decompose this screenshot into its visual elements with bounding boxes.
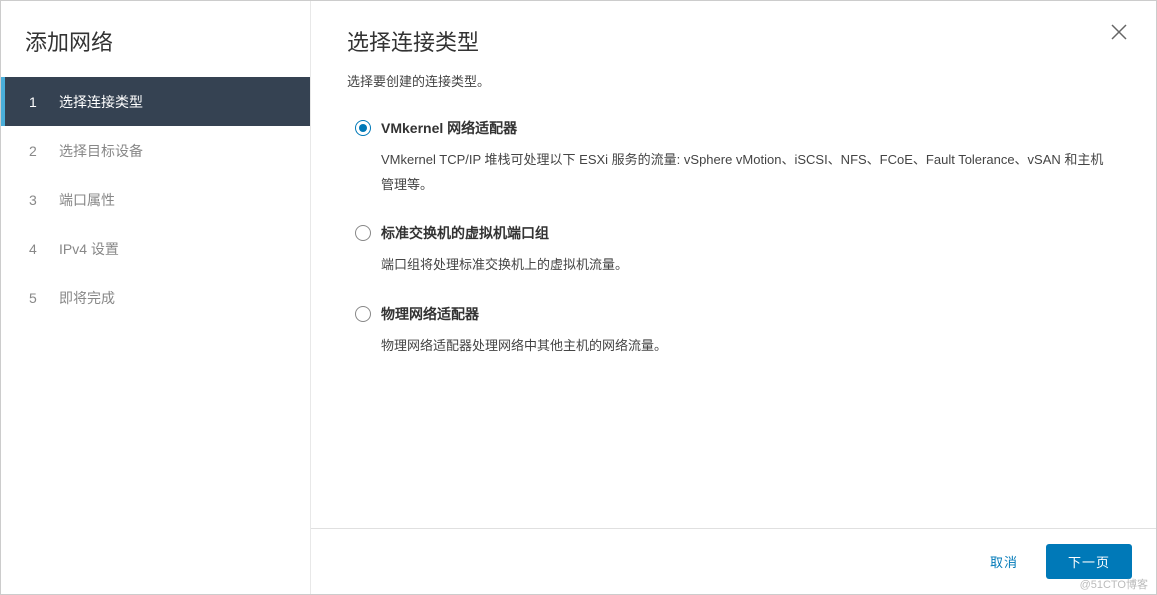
wizard-footer: 取消 下一页 bbox=[311, 528, 1156, 594]
step-label: 选择连接类型 bbox=[59, 92, 143, 112]
option-header[interactable]: 标准交换机的虚拟机端口组 bbox=[355, 223, 1120, 243]
cancel-button[interactable]: 取消 bbox=[980, 544, 1028, 579]
close-icon[interactable] bbox=[1110, 23, 1128, 41]
step-port-properties[interactable]: 3 端口属性 bbox=[1, 175, 310, 224]
step-label: IPv4 设置 bbox=[59, 239, 119, 259]
option-label: 标准交换机的虚拟机端口组 bbox=[381, 223, 549, 243]
next-button[interactable]: 下一页 bbox=[1046, 544, 1132, 579]
radio-icon[interactable] bbox=[355, 120, 371, 136]
page-title: 选择连接类型 bbox=[347, 25, 1120, 57]
option-header[interactable]: VMkernel 网络适配器 bbox=[355, 118, 1120, 138]
radio-icon[interactable] bbox=[355, 225, 371, 241]
option-label: VMkernel 网络适配器 bbox=[381, 118, 517, 138]
step-ipv4-settings[interactable]: 4 IPv4 设置 bbox=[1, 224, 310, 273]
wizard-title: 添加网络 bbox=[1, 25, 310, 77]
wizard-main: 选择连接类型 选择要创建的连接类型。 VMkernel 网络适配器 VMkern… bbox=[311, 1, 1156, 594]
step-number: 5 bbox=[29, 290, 49, 306]
step-number: 3 bbox=[29, 192, 49, 208]
step-label: 即将完成 bbox=[59, 288, 115, 308]
step-label: 端口属性 bbox=[59, 190, 115, 210]
step-number: 4 bbox=[29, 241, 49, 257]
option-physical-network-adapter: 物理网络适配器 物理网络适配器处理网络中其他主机的网络流量。 bbox=[347, 304, 1120, 359]
option-description: VMkernel TCP/IP 堆栈可处理以下 ESXi 服务的流量: vSph… bbox=[355, 148, 1115, 197]
wizard-sidebar: 添加网络 1 选择连接类型 2 选择目标设备 3 端口属性 4 IPv4 设置 … bbox=[1, 1, 311, 594]
page-subtitle: 选择要创建的连接类型。 bbox=[347, 71, 1120, 90]
step-select-connection-type[interactable]: 1 选择连接类型 bbox=[1, 77, 310, 126]
option-standard-switch-vm-portgroup: 标准交换机的虚拟机端口组 端口组将处理标准交换机上的虚拟机流量。 bbox=[347, 223, 1120, 278]
step-number: 2 bbox=[29, 143, 49, 159]
option-vmkernel-adapter: VMkernel 网络适配器 VMkernel TCP/IP 堆栈可处理以下 E… bbox=[347, 118, 1120, 197]
wizard-step-list: 1 选择连接类型 2 选择目标设备 3 端口属性 4 IPv4 设置 5 即将完… bbox=[1, 77, 310, 322]
option-description: 物理网络适配器处理网络中其他主机的网络流量。 bbox=[355, 334, 1115, 359]
add-network-dialog: 添加网络 1 选择连接类型 2 选择目标设备 3 端口属性 4 IPv4 设置 … bbox=[0, 0, 1157, 595]
option-label: 物理网络适配器 bbox=[381, 304, 479, 324]
option-description: 端口组将处理标准交换机上的虚拟机流量。 bbox=[355, 253, 1115, 278]
step-select-target-device[interactable]: 2 选择目标设备 bbox=[1, 126, 310, 175]
radio-icon[interactable] bbox=[355, 306, 371, 322]
step-label: 选择目标设备 bbox=[59, 141, 143, 161]
main-content: 选择连接类型 选择要创建的连接类型。 VMkernel 网络适配器 VMkern… bbox=[311, 1, 1156, 528]
step-ready-to-complete[interactable]: 5 即将完成 bbox=[1, 273, 310, 322]
option-header[interactable]: 物理网络适配器 bbox=[355, 304, 1120, 324]
step-number: 1 bbox=[29, 94, 49, 110]
